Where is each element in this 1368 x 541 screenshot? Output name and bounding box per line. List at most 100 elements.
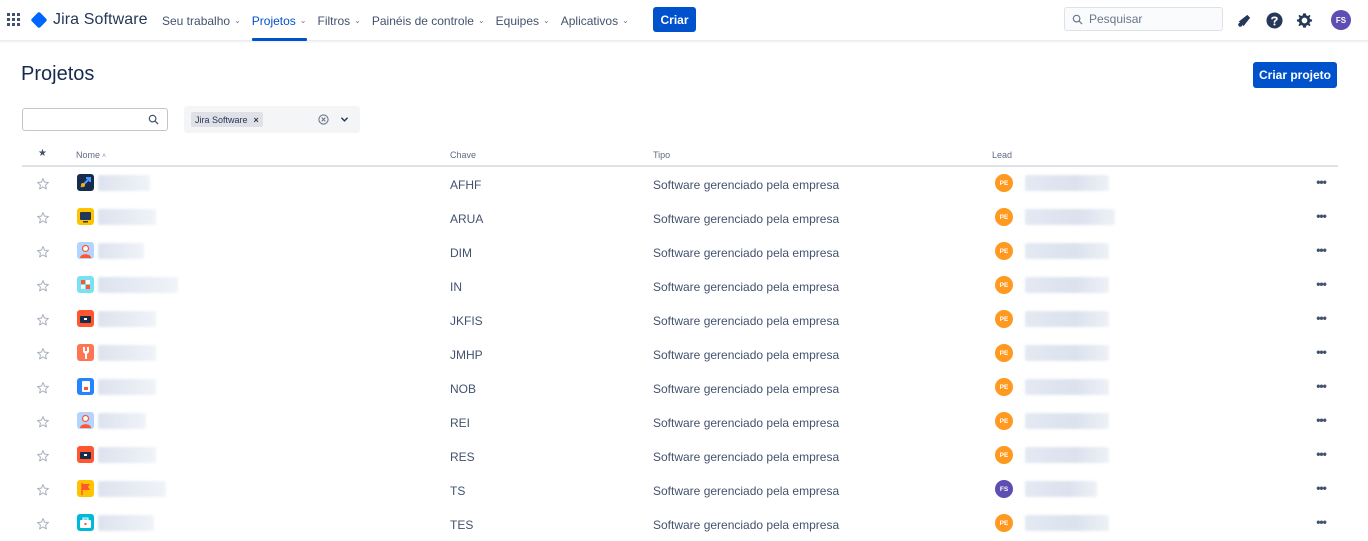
lead-avatar[interactable]: PE <box>995 174 1013 192</box>
project-name-link[interactable] <box>98 515 154 531</box>
project-key: DIM <box>450 246 472 260</box>
starred-column-header[interactable]: ★ <box>38 148 47 159</box>
project-name-link[interactable] <box>98 243 144 259</box>
lead-avatar[interactable]: PE <box>995 412 1013 430</box>
project-key: IN <box>450 280 462 294</box>
table-row: IN Software gerenciado pela empresa PE •… <box>22 269 1338 303</box>
more-actions-button[interactable]: ••• <box>1312 210 1330 225</box>
lead-name-link[interactable] <box>1025 243 1109 259</box>
global-search[interactable] <box>1064 7 1223 31</box>
nav-item-label: Projetos <box>251 13 296 28</box>
remove-chip-icon[interactable]: × <box>254 115 259 125</box>
star-icon[interactable] <box>36 381 50 395</box>
more-actions-button[interactable]: ••• <box>1312 516 1330 531</box>
lead-name-link[interactable] <box>1025 345 1109 361</box>
create-project-button[interactable]: Criar projeto <box>1253 62 1337 88</box>
flag-icon <box>81 483 90 495</box>
lead-name-link[interactable] <box>1025 311 1109 327</box>
lead-avatar[interactable]: PE <box>995 378 1013 396</box>
more-actions-button[interactable]: ••• <box>1312 380 1330 395</box>
jira-logo[interactable]: Jira Software <box>30 8 148 32</box>
more-actions-button[interactable]: ••• <box>1312 176 1330 191</box>
settings-icon[interactable] <box>1293 9 1315 31</box>
more-actions-button[interactable]: ••• <box>1312 244 1330 259</box>
project-name-link[interactable] <box>98 345 156 361</box>
product-filter-select[interactable]: Jira Software × <box>184 106 360 133</box>
star-icon[interactable] <box>36 211 50 225</box>
project-name-link[interactable] <box>98 277 178 293</box>
projects-table-body: AFHF Software gerenciado pela empresa PE… <box>22 167 1338 541</box>
more-actions-button[interactable]: ••• <box>1312 448 1330 463</box>
help-icon[interactable] <box>1263 9 1285 31</box>
star-icon[interactable] <box>36 347 50 361</box>
nav-item-filtros[interactable]: Filtros ⌄ <box>318 0 361 41</box>
user-avatar[interactable]: FS <box>1331 10 1351 30</box>
project-key: TS <box>450 484 466 498</box>
project-name-link[interactable] <box>98 413 146 429</box>
lead-name-link[interactable] <box>1025 209 1115 225</box>
search-input[interactable] <box>1089 12 1219 26</box>
lead-name-link[interactable] <box>1025 277 1109 293</box>
toolbox-icon <box>80 316 91 323</box>
star-icon[interactable] <box>36 177 50 191</box>
project-search-input[interactable] <box>29 111 141 128</box>
create-button[interactable]: Criar <box>653 7 696 32</box>
lead-name-link[interactable] <box>1025 175 1109 191</box>
lead-avatar[interactable]: PE <box>995 344 1013 362</box>
notifications-icon[interactable] <box>1233 9 1255 31</box>
project-name-link[interactable] <box>98 447 156 463</box>
project-name-link[interactable] <box>98 311 156 327</box>
puzzle-icon <box>81 280 90 289</box>
lead-avatar[interactable]: PE <box>995 276 1013 294</box>
nav-item-equipes[interactable]: Equipes ⌄ <box>496 0 550 41</box>
lead-avatar[interactable]: FS <box>995 480 1013 498</box>
more-actions-button[interactable]: ••• <box>1312 482 1330 497</box>
name-column-header[interactable]: Nome ˄ <box>76 150 106 160</box>
more-actions-button[interactable]: ••• <box>1312 312 1330 327</box>
star-icon[interactable] <box>36 313 50 327</box>
lead-name-link[interactable] <box>1025 515 1109 531</box>
nav-item-projetos[interactable]: Projetos ⌄ <box>251 0 307 41</box>
lead-avatar[interactable]: PE <box>995 242 1013 260</box>
table-row: ARUA Software gerenciado pela empresa PE… <box>22 201 1338 235</box>
clear-icon[interactable] <box>318 114 329 125</box>
more-actions-button[interactable]: ••• <box>1312 414 1330 429</box>
star-icon[interactable] <box>36 517 50 531</box>
lead-name-link[interactable] <box>1025 447 1109 463</box>
project-name-link[interactable] <box>98 481 166 497</box>
chevron-down-icon: ⌄ <box>234 16 241 25</box>
star-icon[interactable] <box>36 245 50 259</box>
lead-name-link[interactable] <box>1025 379 1109 395</box>
star-icon[interactable] <box>36 415 50 429</box>
table-row: JMHP Software gerenciado pela empresa PE… <box>22 337 1338 371</box>
nav-item-aplicativos[interactable]: Aplicativos ⌄ <box>561 0 629 41</box>
key-column-header[interactable]: Chave <box>450 150 476 160</box>
project-name-link[interactable] <box>98 379 156 395</box>
lead-avatar[interactable]: PE <box>995 446 1013 464</box>
project-type: Software gerenciado pela empresa <box>653 314 840 328</box>
logo-text: Jira Software <box>53 11 148 28</box>
lead-avatar[interactable]: PE <box>995 514 1013 532</box>
nav-item-paineis[interactable]: Painéis de controle ⌄ <box>372 0 485 41</box>
star-icon[interactable] <box>36 279 50 293</box>
lead-column-header[interactable]: Lead <box>992 150 1012 160</box>
star-icon[interactable] <box>36 449 50 463</box>
project-avatar <box>77 276 94 293</box>
chevron-down-icon[interactable] <box>340 115 349 124</box>
more-actions-button[interactable]: ••• <box>1312 278 1330 293</box>
app-switcher-icon[interactable] <box>7 13 21 27</box>
project-name-link[interactable] <box>98 175 150 191</box>
nav-item-seu-trabalho[interactable]: Seu trabalho ⌄ <box>162 0 241 41</box>
project-avatar <box>77 446 94 463</box>
lead-name-link[interactable] <box>1025 481 1097 497</box>
search-icon <box>148 114 159 125</box>
more-actions-button[interactable]: ••• <box>1312 346 1330 361</box>
project-search-field[interactable] <box>22 108 168 131</box>
table-row: RES Software gerenciado pela empresa PE … <box>22 439 1338 473</box>
star-icon[interactable] <box>36 483 50 497</box>
lead-avatar[interactable]: PE <box>995 208 1013 226</box>
lead-name-link[interactable] <box>1025 413 1109 429</box>
lead-avatar[interactable]: PE <box>995 310 1013 328</box>
project-key: NOB <box>450 382 477 396</box>
project-name-link[interactable] <box>98 209 156 225</box>
